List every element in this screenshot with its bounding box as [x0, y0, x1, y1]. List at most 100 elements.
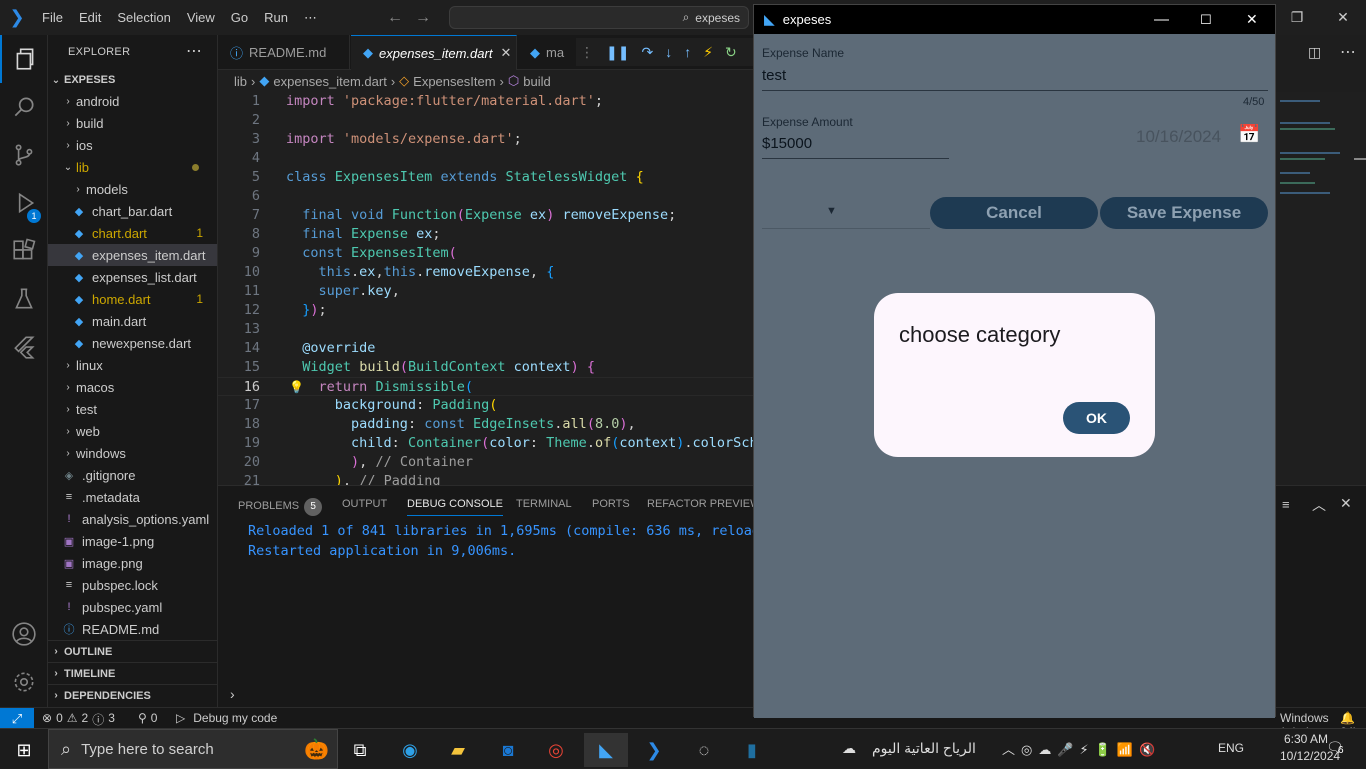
settings-gear-icon[interactable] [0, 658, 48, 706]
hot-reload-icon[interactable]: ⚡ [703, 44, 713, 61]
tree-item-main[interactable]: ◆ main.dart [48, 310, 217, 332]
timeline-section[interactable]: › TIMELINE [48, 662, 217, 684]
minimap[interactable] [1276, 92, 1366, 485]
tab-ports[interactable]: PORTS [592, 498, 630, 510]
ports-status[interactable]: ⚲ 0 [138, 711, 157, 725]
tree-item-android[interactable]: › android [48, 90, 217, 112]
problems-status[interactable]: ⊗ 0 ⚠ 2 ⓘ 3 [42, 711, 115, 728]
maximize-panel-icon[interactable]: ︿ [1312, 495, 1326, 515]
search-icon[interactable] [0, 83, 48, 131]
clock-time[interactable]: 6:30 AM [1284, 732, 1328, 746]
breadcrumb-file[interactable]: expenses_item.dart [273, 74, 386, 89]
tab-terminal[interactable]: TERMINAL [516, 498, 572, 510]
tree-item-models[interactable]: › models [48, 178, 217, 200]
tab-readme[interactable]: ⓘ README.md [218, 35, 350, 70]
more-actions-icon[interactable]: ⋯ [1340, 42, 1356, 62]
maximize-icon[interactable]: ☐ [1200, 12, 1212, 28]
app-icon[interactable]: ▮ [730, 733, 774, 767]
system-tray-icons[interactable]: ︿◎☁🎤⚡🔋📶🔇 [1002, 739, 1161, 758]
tree-item-newexpense[interactable]: ◆ newexpense.dart [48, 332, 217, 354]
close-panel-icon[interactable]: ✕ [1340, 495, 1352, 512]
workspace-root[interactable]: ⌄ EXPESES [48, 69, 217, 91]
menu-more[interactable]: ⋯ [296, 0, 325, 35]
dependencies-section[interactable]: › DEPENDENCIES [48, 684, 217, 706]
pause-icon[interactable]: ❚❚ [606, 44, 629, 61]
flutter-icon[interactable] [0, 323, 48, 371]
breadcrumb-lib[interactable]: lib [234, 74, 247, 89]
category-dropdown[interactable]: ▼ [826, 205, 837, 217]
tree-item-gitignore[interactable]: ◈ .gitignore [48, 464, 217, 486]
more-actions-icon[interactable]: ⋯ [186, 41, 202, 61]
tree-item-lib[interactable]: ⌄ lib [48, 156, 217, 178]
tab-debug-console[interactable]: DEBUG CONSOLE [407, 498, 503, 516]
back-arrow-icon[interactable]: ← [387, 9, 403, 27]
tree-item-expenses-item[interactable]: ◆ expenses_item.dart [48, 244, 217, 266]
menu-edit[interactable]: Edit [71, 0, 109, 35]
close-icon[interactable]: ✕ [1246, 11, 1258, 28]
tree-item-image[interactable]: ▣ image.png [48, 552, 217, 574]
menu-file[interactable]: File [34, 0, 71, 35]
run-debug-icon[interactable]: 1 [0, 179, 48, 227]
breadcrumb-method[interactable]: build [523, 74, 550, 89]
flutter-app-icon[interactable]: ◣ [584, 733, 628, 767]
tree-item-test[interactable]: › test [48, 398, 217, 420]
ok-button[interactable]: OK [1063, 402, 1130, 434]
step-into-icon[interactable]: ↓ [665, 44, 672, 60]
tab-main[interactable]: ◆ ma [518, 35, 578, 70]
testing-icon[interactable] [0, 275, 48, 323]
code-editor[interactable]: 1 import 'package:flutter/material.dart';… [218, 92, 754, 485]
breadcrumb-class[interactable]: ExpensesItem [413, 74, 495, 89]
save-expense-button[interactable]: Save Expense [1100, 197, 1268, 229]
cancel-button[interactable]: Cancel [930, 197, 1098, 229]
outlook-icon[interactable]: ◙ [486, 733, 530, 767]
console-prompt-icon[interactable]: › [230, 686, 235, 702]
language-indicator[interactable]: ENG [1218, 741, 1244, 755]
outline-section[interactable]: › OUTLINE [48, 640, 217, 662]
menu-go[interactable]: Go [223, 0, 256, 35]
remote-icon[interactable]: ⤢ [0, 708, 34, 729]
account-icon[interactable] [0, 610, 48, 658]
weather-text[interactable]: الرياح العاتية اليوم [872, 740, 976, 757]
expense-amount-input[interactable]: $15000 [762, 135, 812, 152]
notifications-bell-icon[interactable]: 🔔 [1340, 711, 1355, 725]
tree-item-ios[interactable]: › ios [48, 134, 217, 156]
vscode-icon[interactable]: ❯ [632, 733, 676, 767]
drag-handle-icon[interactable]: ⋮ [580, 44, 594, 61]
tab-output[interactable]: OUTPUT [342, 498, 387, 510]
tree-item-analysis-options[interactable]: ! analysis_options.yaml [48, 508, 217, 530]
minimize-icon[interactable]: — [1154, 11, 1169, 28]
word-wrap-icon[interactable]: ≡ [1282, 497, 1290, 512]
tree-item-home[interactable]: ◆ home.dart 1 [48, 288, 217, 310]
tree-item-linux[interactable]: › linux [48, 354, 217, 376]
tree-item-chart-bar[interactable]: ◆ chart_bar.dart [48, 200, 217, 222]
close-tab-icon[interactable]: ✕ [500, 45, 511, 61]
tree-item-readme[interactable]: ⓘ README.md [48, 618, 217, 640]
restore-icon[interactable]: ❐ [1274, 0, 1320, 35]
task-view-icon[interactable]: ⧉ [338, 733, 382, 767]
extensions-icon[interactable] [0, 227, 48, 275]
tree-item-web[interactable]: › web [48, 420, 217, 442]
step-out-icon[interactable]: ↑ [684, 44, 691, 60]
step-over-icon[interactable]: ↷ [641, 44, 653, 61]
tree-item-expenses-list[interactable]: ◆ expenses_list.dart [48, 266, 217, 288]
tree-item-macos[interactable]: › macos [48, 376, 217, 398]
menu-view[interactable]: View [179, 0, 223, 35]
split-editor-icon[interactable]: ◫ [1308, 44, 1321, 61]
taskbar-search[interactable]: ⌕ Type here to search 🎃 [48, 729, 338, 769]
calendar-icon[interactable]: 📅 [1238, 124, 1260, 145]
windows-start-icon[interactable]: ⊞ [2, 733, 46, 767]
tree-item-pubspec-yaml[interactable]: ! pubspec.yaml [48, 596, 217, 618]
tab-expenses-item[interactable]: ◆ expenses_item.dart ✕ [351, 35, 517, 70]
tree-item-image-1[interactable]: ▣ image-1.png [48, 530, 217, 552]
file-explorer-icon[interactable]: ▰ [436, 733, 480, 767]
command-center[interactable]: ⌕ expeses [449, 6, 749, 29]
tree-item-pubspec-lock[interactable]: ≡ pubspec.lock [48, 574, 217, 596]
explorer-icon[interactable] [0, 35, 48, 83]
close-window-icon[interactable]: ✕ [1320, 0, 1366, 35]
menu-selection[interactable]: Selection [109, 0, 178, 35]
debug-status[interactable]: ▷ Debug my code [176, 711, 277, 725]
tree-item-windows[interactable]: › windows [48, 442, 217, 464]
expense-name-input[interactable]: test [762, 67, 786, 84]
tree-item-chart[interactable]: ◆ chart.dart 1 [48, 222, 217, 244]
restart-icon[interactable]: ↻ [725, 44, 737, 61]
